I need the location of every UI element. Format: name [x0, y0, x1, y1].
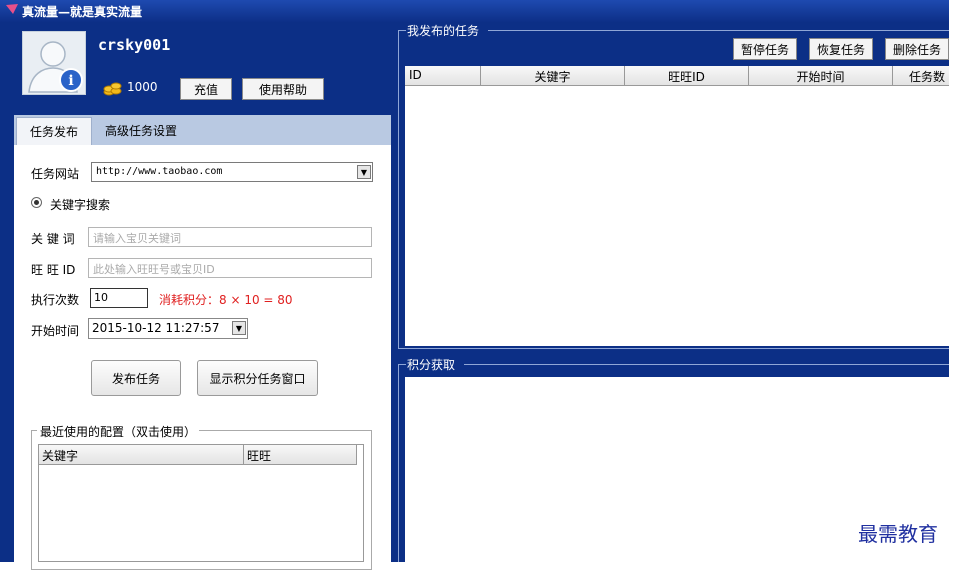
recent-config-table[interactable]: 关键字 旺旺	[38, 444, 364, 562]
tab-advanced-settings[interactable]: 高级任务设置	[92, 117, 190, 143]
column-header-wangwang-id[interactable]: 旺旺ID	[625, 66, 749, 86]
column-header-task-count[interactable]: 任务数	[893, 66, 949, 86]
radio-selected-dot	[34, 200, 39, 205]
points-legend: 积分获取	[407, 358, 456, 372]
keyword-input[interactable]: 请输入宝贝关键词	[88, 227, 372, 247]
divider	[398, 364, 406, 365]
column-header-id[interactable]: ID	[405, 66, 481, 86]
recent-config-legend: 最近使用的配置（双击使用）	[37, 423, 200, 440]
points-balance: 1000	[127, 80, 158, 94]
keyword-label: 关 键 词	[31, 232, 75, 246]
recharge-button[interactable]: 充值	[180, 78, 232, 100]
keyword-search-label: 关键字搜索	[50, 198, 111, 212]
coins-icon	[103, 82, 122, 96]
app-logo-icon	[6, 4, 18, 14]
help-button[interactable]: 使用帮助	[242, 78, 324, 100]
column-header-start-time[interactable]: 开始时间	[749, 66, 893, 86]
site-select[interactable]: http://www.taobao.com	[91, 162, 373, 182]
start-time-label: 开始时间	[31, 324, 80, 338]
wangwang-label: 旺 旺 ID	[31, 263, 76, 277]
chevron-down-icon[interactable]: ▼	[232, 321, 246, 335]
cost-text: 消耗积分：8 × 10 = 80	[159, 293, 293, 307]
divider	[398, 30, 406, 31]
tab-publish[interactable]: 任务发布	[16, 117, 92, 145]
resume-task-button[interactable]: 恢复任务	[809, 38, 873, 60]
start-time-picker[interactable]: 2015-10-12 11:27:57	[88, 318, 248, 339]
tasks-table[interactable]: ID 关键字 旺旺ID 开始时间 任务数	[405, 66, 949, 346]
title-bar	[0, 0, 949, 22]
column-header-keyword[interactable]: 关键字	[481, 66, 625, 86]
wangwang-input[interactable]: 此处输入旺旺号或宝贝ID	[88, 258, 372, 278]
divider	[464, 364, 949, 365]
count-label: 执行次数	[31, 293, 80, 307]
column-header-keyword[interactable]: 关键字	[39, 445, 244, 465]
delete-task-button[interactable]: 删除任务	[885, 38, 949, 60]
pause-task-button[interactable]: 暂停任务	[733, 38, 797, 60]
my-tasks-legend: 我发布的任务	[407, 24, 480, 38]
svg-text:i: i	[68, 73, 73, 89]
chevron-down-icon[interactable]: ▼	[357, 165, 371, 179]
count-input[interactable]: 10	[90, 288, 148, 308]
show-points-window-button[interactable]: 显示积分任务窗口	[197, 360, 318, 396]
column-header-wangwang[interactable]: 旺旺	[244, 445, 357, 465]
watermark-text: 最需教育	[858, 522, 938, 546]
divider	[488, 30, 949, 31]
username: crsky001	[98, 36, 171, 54]
site-label: 任务网站	[31, 167, 80, 181]
publish-task-button[interactable]: 发布任务	[91, 360, 181, 396]
window-title: 真流量—就是真实流量	[22, 5, 143, 19]
avatar: i	[22, 31, 86, 95]
user-avatar-icon: i	[28, 41, 83, 93]
